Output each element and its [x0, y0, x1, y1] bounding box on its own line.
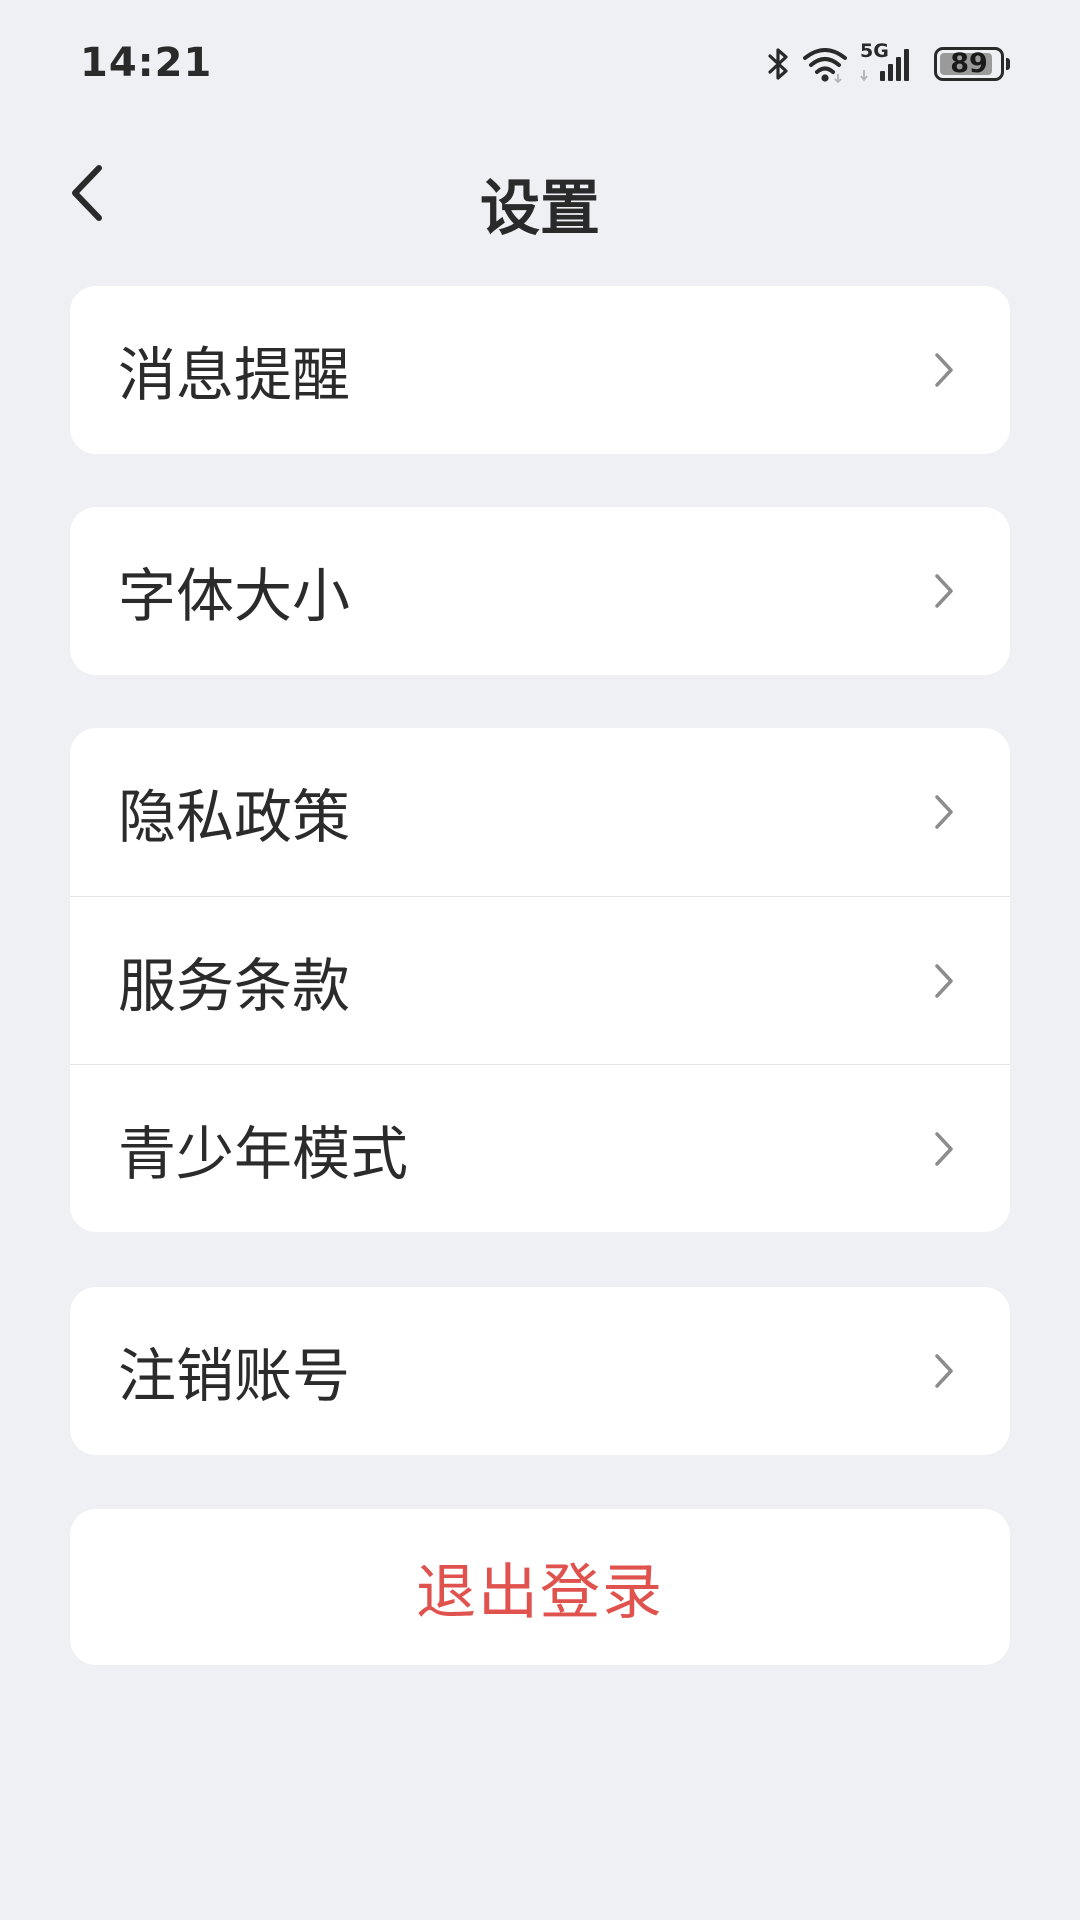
chevron-right-icon	[928, 1351, 960, 1391]
settings-item-label: 服务条款	[118, 951, 351, 1020]
settings-item-delete-account[interactable]: 注销账号	[70, 1287, 1010, 1455]
chevron-right-icon	[928, 571, 960, 611]
logout-button[interactable]: 退出登录	[70, 1509, 1010, 1665]
settings-group-notifications: 消息提醒	[70, 286, 1010, 454]
status-time: 14:21	[80, 40, 213, 86]
cellular-signal-icon: 5G	[858, 40, 918, 84]
settings-group-legal: 隐私政策 服务条款 青少年模式	[70, 728, 1010, 1232]
settings-item-youth-mode[interactable]: 青少年模式	[70, 1064, 1010, 1232]
battery-level-text: 89	[950, 48, 988, 79]
logout-card: 退出登录	[70, 1509, 1010, 1665]
status-icons: 5G 89	[766, 40, 1010, 88]
settings-item-label: 青少年模式	[118, 1119, 409, 1188]
page-title: 设置	[480, 174, 600, 244]
settings-item-privacy-policy[interactable]: 隐私政策	[70, 728, 1010, 896]
chevron-right-icon	[928, 961, 960, 1001]
chevron-right-icon	[928, 792, 960, 832]
status-bar: 14:21 5G 89	[0, 0, 1080, 120]
settings-item-message-reminder[interactable]: 消息提醒	[70, 286, 1010, 454]
settings-item-terms-of-service[interactable]: 服务条款	[70, 896, 1010, 1064]
bluetooth-icon	[766, 44, 792, 84]
header: 设置	[0, 140, 1080, 250]
wifi-icon	[802, 44, 848, 84]
settings-item-label: 消息提醒	[118, 341, 351, 409]
settings-item-label: 隐私政策	[118, 783, 351, 851]
settings-item-font-size[interactable]: 字体大小	[70, 507, 1010, 675]
chevron-right-icon	[928, 350, 960, 390]
settings-group-account: 注销账号	[70, 1287, 1010, 1455]
logout-label: 退出登录	[416, 1557, 664, 1628]
settings-group-font: 字体大小	[70, 507, 1010, 675]
settings-item-label: 字体大小	[118, 562, 351, 630]
chevron-right-icon	[928, 1129, 960, 1169]
battery-icon: 89	[934, 47, 1010, 81]
settings-item-label: 注销账号	[118, 1342, 351, 1410]
